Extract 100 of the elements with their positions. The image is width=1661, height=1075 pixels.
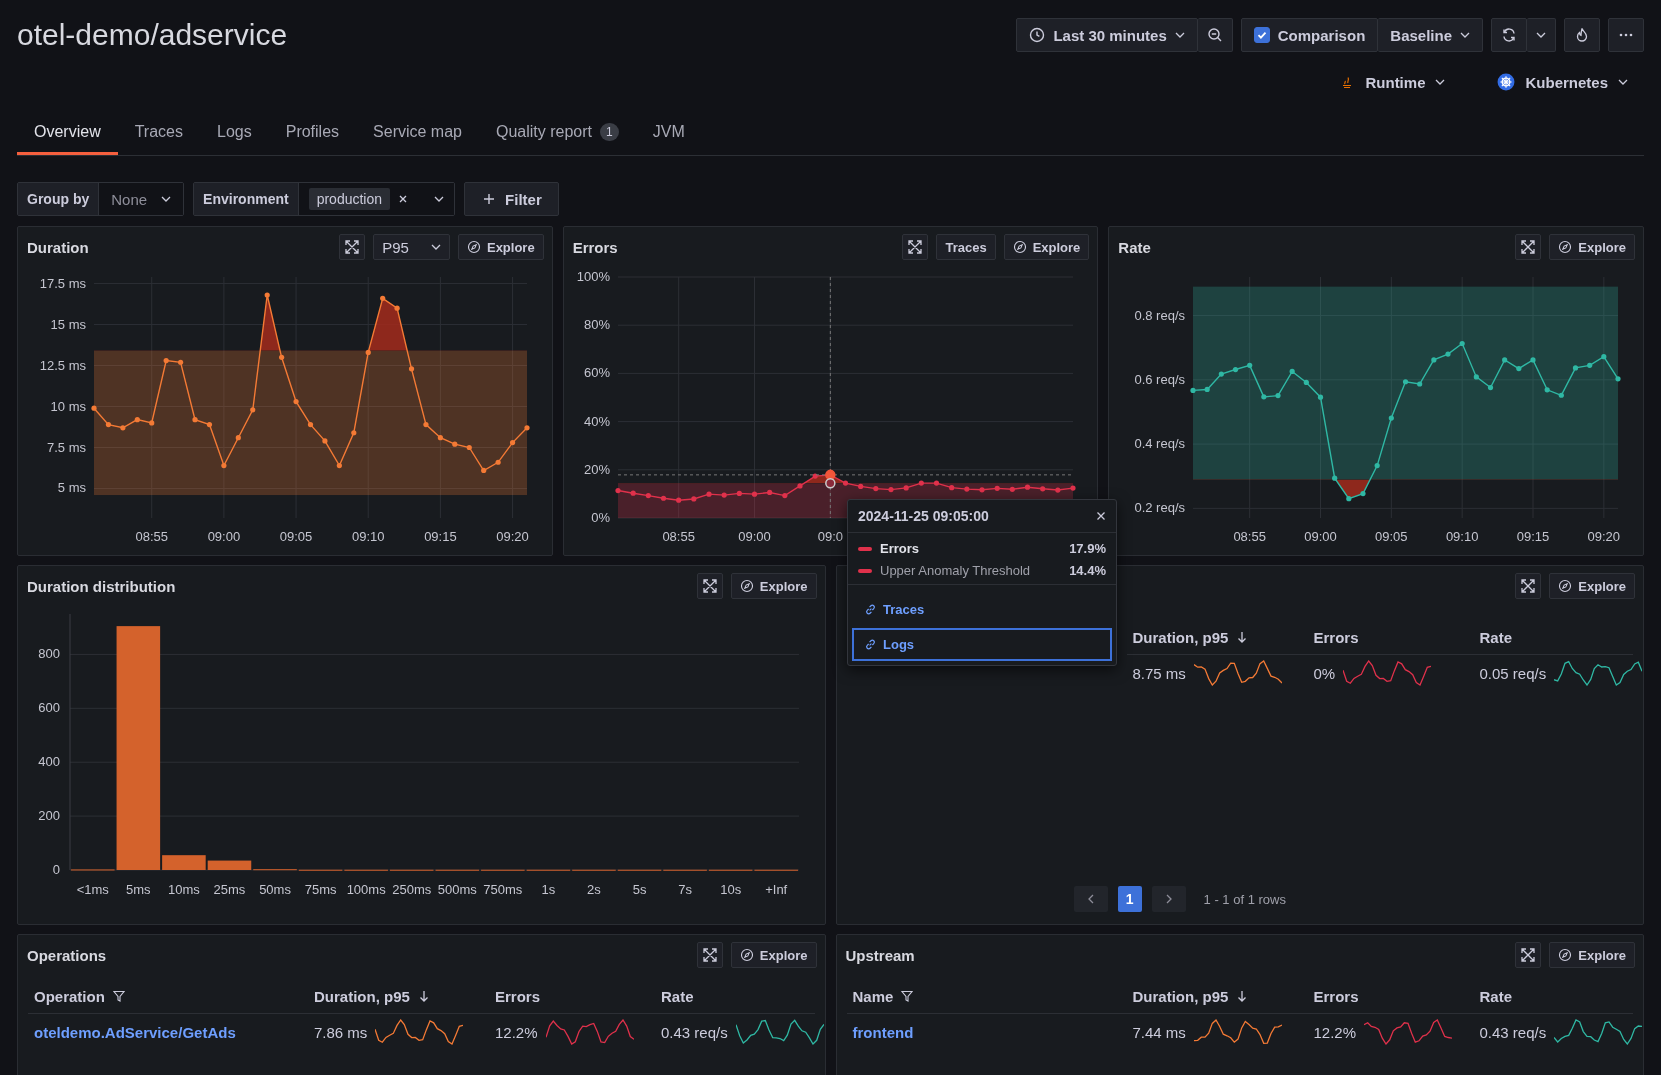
axis-label: 09:0 [817, 529, 843, 544]
table-cell: 8.75 ms [1132, 664, 1186, 682]
series-value: 17.9% [1069, 541, 1106, 556]
axis-label: 7.5 ms [47, 439, 86, 455]
compass-icon [1558, 579, 1573, 593]
column-header[interactable]: Name [852, 987, 914, 1005]
axis-label: 09:10 [351, 529, 385, 544]
page-button[interactable]: 1 [1117, 886, 1142, 912]
data-link[interactable]: Traces [852, 593, 1112, 626]
expand-icon [907, 239, 924, 255]
platform-dropdown[interactable]: Kubernetes [1493, 67, 1632, 97]
compass-icon [1558, 948, 1573, 962]
axis-label: 12.5 ms [39, 357, 86, 373]
expand-button[interactable] [339, 234, 366, 260]
explore-button[interactable]: Explore [1003, 234, 1090, 260]
zoom-out-button[interactable] [1197, 18, 1233, 52]
time-range-picker[interactable]: Last 30 minutes [1016, 18, 1198, 52]
link-icon [864, 603, 877, 616]
expand-button[interactable] [1515, 234, 1542, 260]
axis-label: 0% [590, 510, 610, 525]
table-cell: 0.05 req/s [1479, 664, 1547, 682]
refresh-button[interactable] [1491, 18, 1527, 52]
axis-label: 0.8 req/s [1134, 307, 1186, 323]
checkbox[interactable] [1253, 27, 1270, 43]
chevron-down-icon [430, 244, 441, 250]
axis-label: 09:10 [1446, 529, 1479, 544]
column-header[interactable]: Errors [1313, 628, 1359, 646]
axis-label: +Inf [765, 882, 788, 897]
explore-button[interactable]: Explore [457, 234, 544, 260]
explore-button[interactable]: Explore [1549, 573, 1635, 599]
explore-button[interactable]: Explore [1549, 234, 1635, 260]
column-header[interactable]: Errors [1313, 987, 1359, 1005]
tooltip-time: 2024-11-25 09:05:00 [858, 508, 989, 524]
tab[interactable]: Profiles [268, 111, 357, 155]
tab[interactable]: Traces [117, 111, 200, 155]
axis-label: 200 [38, 808, 60, 824]
row-link[interactable]: oteldemo.AdService/GetAds [34, 1023, 236, 1041]
sort-down-icon [1236, 990, 1249, 1002]
check-icon [1255, 29, 1268, 41]
tab[interactable]: JVM [635, 111, 702, 155]
traces-button[interactable]: Traces [936, 234, 996, 260]
zoom-out-icon [1206, 27, 1223, 43]
tab[interactable]: Quality report 1 [479, 111, 636, 155]
expand-button[interactable] [696, 573, 723, 599]
link-icon [864, 638, 877, 651]
close-icon[interactable] [1096, 511, 1106, 521]
runtime-dropdown[interactable]: Runtime [1335, 67, 1450, 97]
comparison-toggle[interactable]: Comparison [1240, 18, 1379, 52]
percentile-select[interactable]: P95 [373, 234, 450, 260]
filter-icon [112, 990, 125, 1002]
chevron-down-icon [1618, 79, 1628, 85]
explore-button[interactable]: Explore [730, 573, 817, 599]
axis-label: 800 [38, 646, 60, 662]
row-link[interactable]: frontend [852, 1023, 914, 1041]
column-header[interactable]: Rate [661, 987, 694, 1005]
axis-label: 7s [678, 882, 692, 897]
data-link[interactable]: Logs [852, 628, 1112, 661]
expand-button[interactable] [1515, 573, 1542, 599]
hover-marker [824, 478, 836, 489]
filter-icon [901, 990, 914, 1002]
expand-icon [1520, 239, 1537, 255]
sort-down-icon [1236, 631, 1249, 643]
column-header[interactable]: Duration, p95 [1132, 987, 1249, 1005]
column-header[interactable]: Errors [495, 987, 541, 1005]
axis-label: 09:00 [207, 529, 241, 544]
axis-label: 15 ms [50, 316, 86, 332]
expand-button[interactable] [902, 234, 929, 260]
filter-button[interactable]: Filter [464, 182, 559, 216]
chevron-down-icon [1536, 32, 1546, 38]
axis-label: 20% [583, 461, 610, 477]
column-header[interactable]: Rate [1479, 987, 1512, 1005]
axis-label: 5ms [126, 882, 151, 897]
baseline-dropdown[interactable]: Baseline [1378, 18, 1483, 52]
table-cell: 0.43 req/s [661, 1023, 728, 1041]
column-header[interactable]: Rate [1479, 628, 1512, 646]
expand-icon [344, 239, 361, 255]
axis-label: 08:55 [1233, 529, 1267, 544]
axis-label: 09:20 [496, 529, 529, 544]
column-header[interactable]: Duration, p95 [314, 987, 430, 1005]
expand-button[interactable] [696, 942, 723, 968]
panel-title: Errors [572, 238, 618, 256]
tab[interactable]: Logs [200, 111, 269, 155]
expand-button[interactable] [1515, 942, 1542, 968]
explore-button[interactable]: Explore [1549, 942, 1635, 968]
axis-label: 600 [38, 700, 60, 716]
axis-label: 10 ms [50, 398, 86, 414]
table-cell: 7.86 ms [314, 1023, 368, 1041]
axis-label: 08:55 [662, 529, 695, 544]
column-header[interactable]: Duration, p95 [1132, 628, 1249, 646]
axis-label: 100ms [346, 882, 386, 897]
series-name: Upper Anomaly Threshold [880, 563, 1032, 578]
axis-label: 09:05 [279, 529, 313, 544]
column-header[interactable]: Operation [34, 987, 125, 1005]
tab[interactable]: Service map [356, 111, 479, 155]
axis-label: 09:20 [1587, 529, 1621, 544]
compass-icon [1558, 240, 1573, 254]
flame-button[interactable] [1564, 18, 1600, 52]
explore-button[interactable]: Explore [730, 942, 817, 968]
axis-label: 2s [587, 882, 601, 897]
tab[interactable]: Overview [17, 111, 118, 155]
